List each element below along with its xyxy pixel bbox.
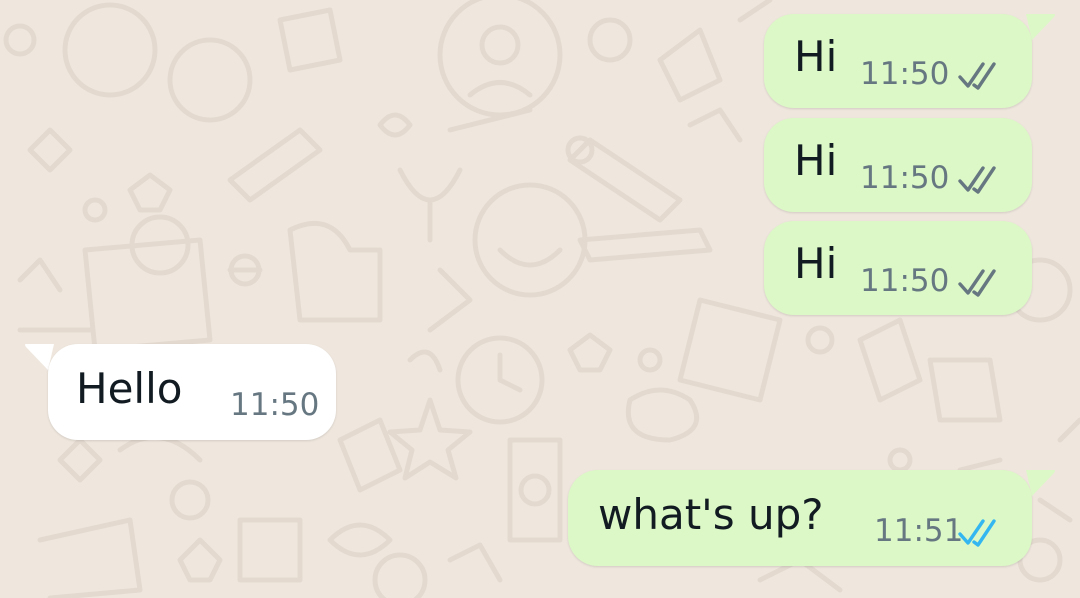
- message-timestamp: 11:51: [874, 513, 964, 549]
- double-check-grey-icon: [958, 166, 996, 194]
- message-text: Hi: [794, 32, 838, 81]
- incoming-message-bubble[interactable]: Hello 11:50: [48, 344, 336, 440]
- chat-message-list[interactable]: Hi 11:50 Hi 11:50 Hi 11:50 Hello 11:50 w…: [0, 0, 1080, 598]
- bubble-tail: [1026, 14, 1055, 40]
- bubble-tail: [1026, 470, 1055, 496]
- message-text: Hi: [794, 239, 838, 288]
- message-text: Hello: [76, 364, 183, 413]
- double-check-grey-icon: [958, 269, 996, 297]
- outgoing-message-bubble[interactable]: what's up? 11:51: [568, 470, 1032, 566]
- message-timestamp: 11:50: [230, 387, 320, 423]
- outgoing-message-bubble[interactable]: Hi 11:50: [764, 118, 1032, 212]
- message-timestamp: 11:50: [860, 160, 950, 196]
- double-check-blue-icon: [958, 519, 996, 547]
- double-check-grey-icon: [958, 62, 996, 90]
- outgoing-message-bubble[interactable]: Hi 11:50: [764, 221, 1032, 315]
- message-timestamp: 11:50: [860, 56, 950, 92]
- message-timestamp: 11:50: [860, 263, 950, 299]
- outgoing-message-bubble[interactable]: Hi 11:50: [764, 14, 1032, 108]
- message-text: Hi: [794, 136, 838, 185]
- message-text: what's up?: [598, 490, 824, 539]
